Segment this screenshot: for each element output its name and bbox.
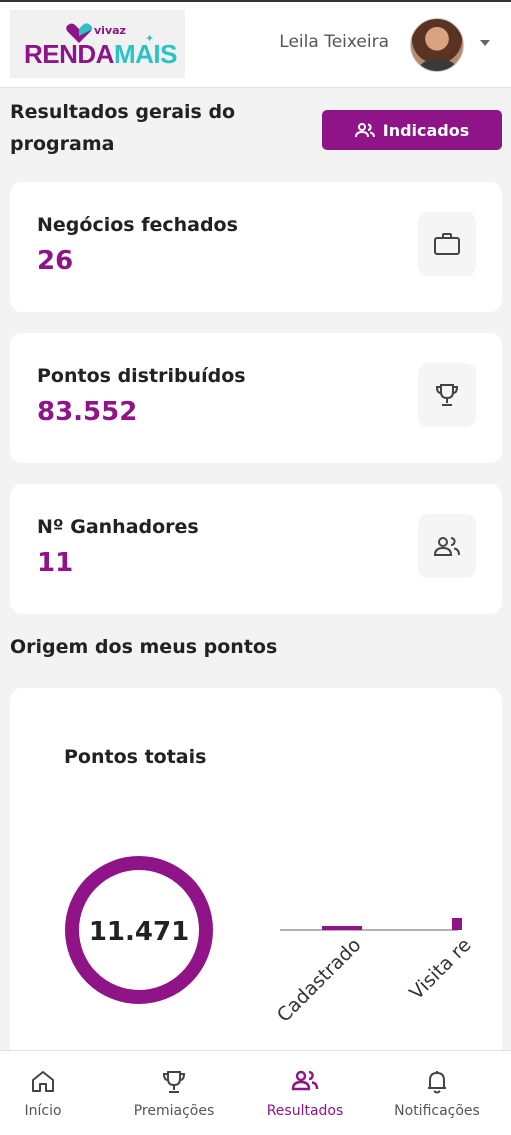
- users-icon: [354, 123, 375, 138]
- points-chart: 11.471 Cadastrado Visita re: [65, 856, 476, 1027]
- nav-label: Notificações: [394, 1103, 480, 1119]
- briefcase-icon: [418, 212, 476, 276]
- indicados-button[interactable]: Indicados: [322, 110, 502, 150]
- bell-icon: [428, 1071, 446, 1094]
- chart-bar: [452, 918, 462, 930]
- users-icon: [418, 514, 476, 578]
- nav-item-inicio[interactable]: Início: [0, 1051, 86, 1135]
- stat-card-pontos: Pontos distribuídos 83.552: [10, 333, 502, 463]
- app-header: vivaz ✦ RENDAMAIS Leila Teixeira: [0, 2, 511, 88]
- user-name[interactable]: Leila Teixeira: [279, 32, 389, 52]
- donut-total: 11.471: [89, 917, 189, 947]
- page-title: Resultados gerais do programa: [10, 101, 236, 155]
- logo-renda: RENDA: [24, 39, 114, 69]
- trophy-icon: [418, 363, 476, 427]
- section-title-origem: Origem dos meus pontos: [10, 636, 278, 658]
- stat-label: Negócios fechados: [37, 214, 238, 236]
- users-icon: [291, 1070, 319, 1091]
- logo-mais: MAIS: [113, 39, 178, 69]
- stat-label: Nº Ganhadores: [37, 516, 199, 538]
- stat-value: 83.552: [37, 397, 138, 427]
- stat-card-negocios: Negócios fechados 26: [10, 182, 502, 312]
- bottom-nav: Início Premiações Resultados Notificaçõe…: [0, 1050, 511, 1135]
- chart-tick-label: Cadastrado: [273, 934, 366, 1027]
- nav-item-premiacoes[interactable]: Premiações: [121, 1051, 227, 1135]
- nav-label: Início: [24, 1103, 62, 1119]
- stat-card-ganhadores: Nº Ganhadores 11: [10, 484, 502, 614]
- nav-item-resultados[interactable]: Resultados: [254, 1051, 356, 1135]
- logo-vivaz: vivaz: [94, 24, 126, 37]
- chart-bar: [322, 926, 362, 930]
- nav-label: Resultados: [266, 1103, 344, 1119]
- chart-tick-label: Visita re: [405, 934, 475, 1004]
- stat-value: 11: [37, 548, 74, 578]
- chart-card: Pontos totais 11.471 Cadastrado Visita re: [10, 688, 502, 1108]
- logo-wordmark: RENDAMAIS: [24, 39, 177, 70]
- home-icon: [32, 1071, 54, 1092]
- nav-label: Premiações: [133, 1103, 215, 1119]
- logo[interactable]: vivaz ✦ RENDAMAIS: [10, 10, 185, 78]
- indicados-label: Indicados: [382, 120, 470, 140]
- chevron-down-icon[interactable]: [480, 40, 490, 46]
- trophy-icon: [162, 1071, 186, 1093]
- avatar[interactable]: [410, 18, 464, 72]
- nav-item-notificacoes[interactable]: Notificações: [384, 1051, 490, 1135]
- stat-label: Pontos distribuídos: [37, 365, 246, 387]
- stat-value: 26: [37, 246, 74, 276]
